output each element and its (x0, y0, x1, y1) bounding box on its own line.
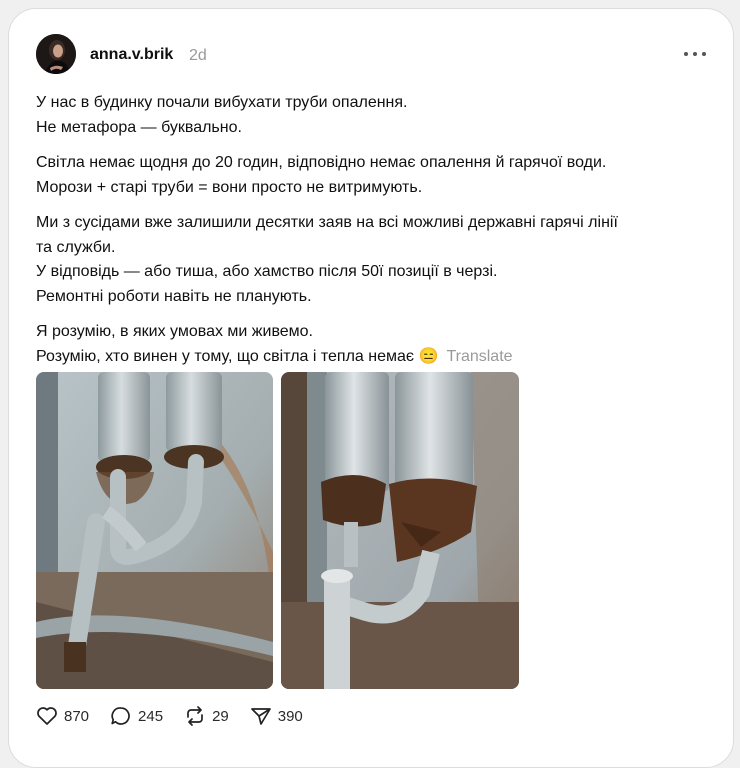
post-text: У нас в будинку почали вибухати труби оп… (36, 91, 706, 380)
comment-bubble-icon (111, 707, 130, 725)
translate-link[interactable]: Translate (446, 348, 512, 365)
username[interactable]: anna.v.brik (90, 46, 173, 64)
post-photo-1[interactable] (36, 372, 273, 689)
text-line: У відповідь — або тиша, або хамство післ… (36, 263, 498, 280)
text-line: У нас в будинку почали вибухати труби оп… (36, 94, 408, 111)
repost-count: 29 (212, 707, 229, 725)
text-line: та служби. (36, 238, 116, 256)
post-photo-2[interactable] (281, 372, 519, 689)
more-dots-icon[interactable] (684, 46, 706, 62)
reply-count: 245 (138, 707, 164, 725)
share-count: 390 (277, 707, 303, 725)
paragraph-4: Я розумію, в яких умовах ми живемо. Розу… (36, 320, 706, 369)
text-line: Морози + старі труби = вони просто не ви… (36, 178, 423, 196)
text-line: Світла немає щодня до 20 годин, відповід… (36, 154, 607, 171)
share-button[interactable]: 390 (250, 706, 303, 726)
paragraph-1: У нас в будинку почали вибухати труби оп… (36, 91, 706, 140)
text-line: Я розумію, в яких умовах ми живемо. (36, 323, 313, 340)
send-icon (250, 708, 271, 725)
repost-button[interactable]: 29 (184, 706, 229, 726)
paragraph-2: Світла немає щодня до 20 годин, відповід… (36, 151, 706, 200)
reply-button[interactable]: 245 (110, 706, 163, 726)
avatar[interactable] (36, 34, 76, 74)
text-line: Ремонтні роботи навіть не планують. (36, 287, 312, 305)
repost-icon (187, 706, 203, 726)
post-actions: 870 245 29 390 (36, 706, 324, 726)
paragraph-3: Ми з сусідами вже залишили десятки заяв … (36, 211, 706, 309)
text-line: Розумію, хто винен у тому, що світла і т… (36, 345, 706, 370)
like-button[interactable]: 870 (36, 706, 89, 726)
text-line-content: Розумію, хто винен у тому, що світла і т… (36, 347, 439, 365)
post-time: 2d (189, 47, 207, 64)
like-count: 870 (64, 707, 90, 725)
text-line: Ми з сусідами вже залишили десятки заяв … (36, 214, 618, 231)
text-line: Не метафора — буквально. (36, 118, 242, 136)
heart-icon (37, 707, 57, 725)
